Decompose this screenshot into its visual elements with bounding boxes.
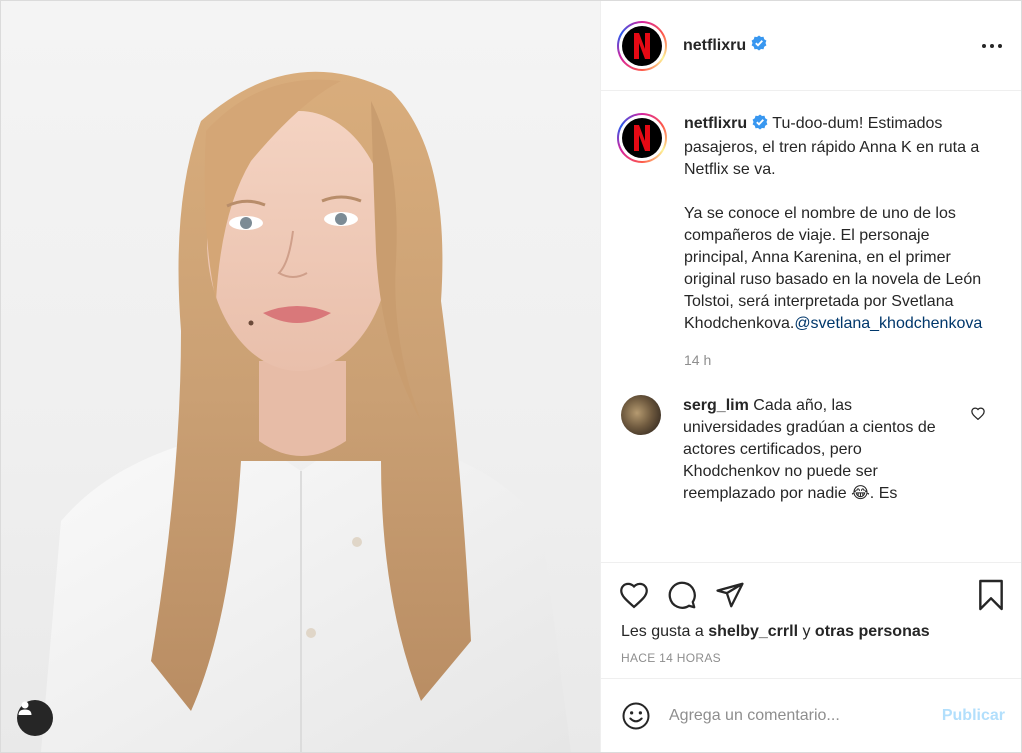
post-actions: Les gusta a shelby_crrll y otras persona… — [601, 562, 1021, 752]
netflix-logo-icon — [622, 25, 662, 66]
post-side-panel: netflixru netflixru Tu-doo-dum! Estimado… — [601, 1, 1021, 752]
comment-username[interactable]: serg_lim — [683, 397, 749, 414]
caption-username[interactable]: netflixru — [684, 115, 747, 132]
list-item: serg_lim Cada año, las universidades gra… — [617, 395, 1005, 505]
comment-text: serg_lim Cada año, las universidades gra… — [683, 395, 943, 505]
caption-body-text: Tu-doo-dum! Estimados pasajeros, el tren… — [684, 115, 982, 332]
post-timestamp[interactable]: HACE 14 HORAS — [601, 641, 1021, 665]
portrait-image — [41, 71, 571, 752]
emoji-smiley-icon[interactable] — [621, 701, 651, 731]
paper-plane-icon[interactable] — [715, 580, 745, 610]
avatar[interactable] — [621, 395, 661, 435]
user-tag-button[interactable] — [17, 700, 53, 736]
post-photo[interactable] — [1, 1, 601, 752]
verified-badge-icon — [751, 35, 767, 56]
add-comment-bar: Publicar — [601, 678, 1021, 752]
publish-button[interactable]: Publicar — [942, 707, 1005, 725]
others-likes-link[interactable]: otras personas — [815, 623, 930, 640]
comment-bubble-icon[interactable] — [667, 580, 697, 610]
netflix-logo-icon — [622, 118, 662, 158]
liked-by-user-link[interactable]: shelby_crrll — [708, 623, 798, 640]
verified-badge-icon — [752, 114, 768, 137]
header-username[interactable]: netflixru — [683, 37, 746, 55]
caption-avatar[interactable] — [617, 113, 667, 163]
heart-icon[interactable] — [619, 581, 649, 609]
post-caption: netflixru Tu-doo-dum! Estimados pasajero… — [617, 113, 1005, 368]
comment-input[interactable] — [669, 706, 942, 725]
more-options-icon[interactable] — [979, 36, 1005, 56]
mention-link[interactable]: @svetlana_khodchenkova — [794, 315, 982, 332]
bookmark-icon[interactable] — [977, 579, 1005, 611]
action-icons — [601, 563, 1021, 615]
comments-scroll-area[interactable]: netflixru Tu-doo-dum! Estimados pasajero… — [601, 91, 1021, 562]
caption-text: netflixru Tu-doo-dum! Estimados pasajero… — [684, 113, 984, 335]
instagram-post-dialog: netflixru netflixru Tu-doo-dum! Estimado… — [0, 0, 1022, 753]
likes-summary: Les gusta a shelby_crrll y otras persona… — [621, 623, 930, 640]
post-header: netflixru — [601, 1, 1021, 91]
avatar[interactable] — [617, 20, 667, 71]
caption-timestamp[interactable]: 14 h — [684, 352, 984, 368]
heart-icon[interactable] — [971, 407, 985, 425]
